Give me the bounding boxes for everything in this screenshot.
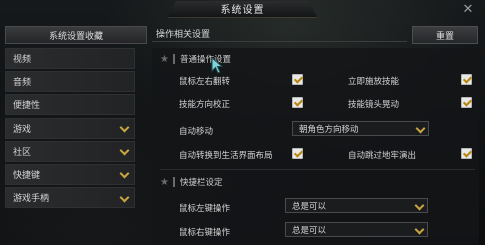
window-title: 系统设置 bbox=[220, 5, 265, 16]
sidebar-item-label: 游戏 bbox=[13, 124, 32, 135]
sidebar-item-label: 音频 bbox=[13, 78, 32, 89]
skill-cam-shake-label: 技能镜头晃动 bbox=[348, 100, 400, 110]
sidebar-item-video[interactable]: 视频 bbox=[5, 48, 135, 69]
mouse-left-op-label: 鼠标左键操作 bbox=[179, 204, 231, 214]
section-divider bbox=[160, 169, 475, 170]
settings-panel: ★ 普通操作设置 鼠标左右翻转 立即施放技能 技能方向校正 技能镜头晃动 自动移… bbox=[152, 48, 479, 245]
mouse-left-op-select[interactable]: 总是可以 bbox=[285, 198, 428, 213]
mouse-right-op-value: 总是可以 bbox=[292, 225, 327, 236]
sidebar: 视频 音频 便捷性 游戏 社区 快捷键 游戏手柄 bbox=[5, 48, 135, 210]
section-bar bbox=[172, 54, 175, 64]
mouse-left-flip-label: 鼠标左右翻转 bbox=[179, 77, 231, 87]
panel-title-divider bbox=[152, 41, 407, 42]
chevron-down-icon bbox=[415, 202, 423, 210]
instant-skill-label: 立即施放技能 bbox=[348, 77, 400, 87]
favorites-header[interactable]: 系统设置收藏 bbox=[5, 26, 147, 44]
sidebar-item-convenience[interactable]: 便捷性 bbox=[5, 94, 135, 116]
title-bar: 系统设置 bbox=[0, 0, 485, 18]
auto-move-value: 朝角色方向移动 bbox=[299, 124, 359, 135]
section-quickbar-header: ★ 快捷栏设定 bbox=[160, 175, 222, 189]
section-title: 快捷栏设定 bbox=[179, 178, 223, 188]
sidebar-item-label: 快捷键 bbox=[13, 170, 41, 181]
mouse-right-op-label: 鼠标右键操作 bbox=[179, 228, 231, 238]
mouse-cursor-icon bbox=[211, 57, 224, 74]
auto-move-label: 自动移动 bbox=[179, 127, 214, 137]
sidebar-item-hotkeys[interactable]: 快捷键 bbox=[5, 163, 135, 185]
sidebar-item-audio[interactable]: 音频 bbox=[5, 71, 135, 93]
sidebar-item-game[interactable]: 游戏 bbox=[5, 117, 135, 139]
chevron-down-icon bbox=[416, 125, 424, 133]
auto-move-select[interactable]: 朝角色方向移动 bbox=[292, 121, 429, 136]
chevron-down-icon bbox=[120, 124, 128, 132]
skill-cam-shake-checkbox[interactable] bbox=[461, 97, 472, 108]
chevron-down-icon bbox=[120, 147, 128, 155]
star-icon[interactable]: ★ bbox=[160, 54, 169, 65]
mouse-left-flip-checkbox[interactable] bbox=[292, 74, 303, 85]
sidebar-item-label: 视频 bbox=[13, 55, 32, 65]
star-icon[interactable]: ★ bbox=[160, 177, 169, 188]
auto-skip-cutscene-label: 自动跳过地牢演出 bbox=[348, 151, 417, 161]
panel-title: 操作相关设置 bbox=[156, 30, 211, 40]
instant-skill-checkbox[interactable] bbox=[461, 74, 472, 85]
sidebar-item-label: 游戏手柄 bbox=[13, 194, 50, 205]
auto-switch-layout-label: 自动转换到生活界面布局 bbox=[179, 151, 273, 161]
mouse-left-op-value: 总是可以 bbox=[292, 201, 327, 212]
sidebar-item-label: 社区 bbox=[13, 147, 32, 158]
auto-switch-layout-checkbox[interactable] bbox=[292, 148, 303, 159]
skill-dir-correct-label: 技能方向校正 bbox=[179, 100, 231, 110]
chevron-down-icon bbox=[120, 170, 128, 178]
title-plate: 系统设置 bbox=[167, 0, 318, 18]
sidebar-item-label: 便捷性 bbox=[13, 101, 41, 112]
skill-dir-correct-checkbox[interactable] bbox=[292, 97, 303, 108]
mouse-right-op-select[interactable]: 总是可以 bbox=[285, 222, 428, 237]
sidebar-item-community[interactable]: 社区 bbox=[5, 140, 135, 162]
auto-skip-cutscene-checkbox[interactable] bbox=[461, 148, 472, 159]
chevron-down-icon bbox=[415, 226, 423, 234]
sidebar-item-gamepad[interactable]: 游戏手柄 bbox=[5, 187, 135, 209]
chevron-down-icon bbox=[120, 194, 128, 202]
reset-button[interactable]: 重置 bbox=[412, 26, 478, 44]
section-bar bbox=[172, 177, 175, 187]
close-icon[interactable]: ✕ bbox=[459, 2, 477, 18]
